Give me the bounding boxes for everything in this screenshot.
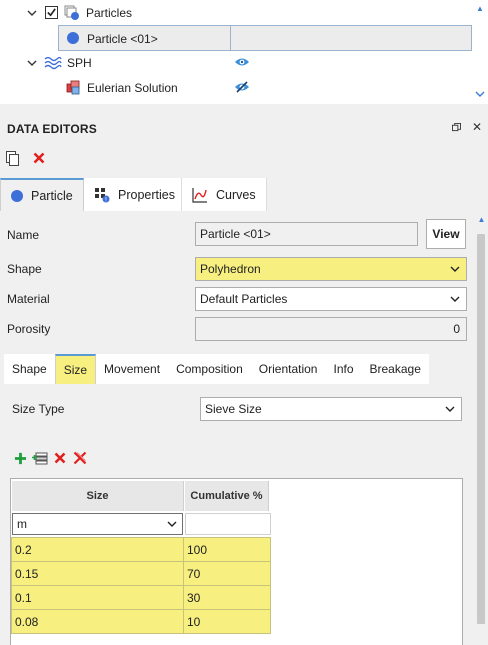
unit-select[interactable]: m (12, 513, 183, 535)
table-cell-size[interactable]: 0.15 (11, 561, 184, 586)
column-divider (230, 26, 231, 50)
size-type-label: Size Type (12, 402, 65, 416)
tab-particle[interactable]: Particle (0, 178, 84, 211)
editor-main-tabs: Particle ! Properties Curves (0, 178, 267, 211)
panel-title: DATA EDITORS (7, 122, 97, 136)
particle-tab-content: Name Particle <01> View Shape Polyhedron… (0, 212, 472, 645)
restore-window-icon[interactable] (449, 120, 463, 134)
material-label: Material (7, 292, 50, 306)
delete-icon[interactable] (33, 152, 45, 164)
subtab-orientation[interactable]: Orientation (250, 354, 326, 384)
size-type-select[interactable]: Sieve Size (200, 397, 462, 421)
table-cell-cumulative[interactable]: 10 (183, 609, 271, 634)
object-tree: Particles Particle <01> SPH Eulerian Sol… (0, 0, 488, 104)
unit-select-value: m (17, 517, 27, 531)
material-select[interactable]: Default Particles (195, 287, 467, 311)
shape-select[interactable]: Polyhedron (195, 257, 467, 281)
particles-checkbox[interactable] (45, 6, 58, 19)
unit-blank-cell (185, 513, 271, 535)
tab-properties[interactable]: ! Properties (84, 178, 182, 211)
name-label: Name (7, 228, 40, 242)
tree-item-sph[interactable]: SPH (67, 56, 92, 70)
scrollbar-thumb[interactable] (477, 234, 485, 624)
table-cell-cumulative[interactable]: 70 (183, 561, 271, 586)
tab-curves-label: Curves (216, 187, 256, 202)
material-select-value: Default Particles (200, 292, 288, 306)
shape-select-value: Polyhedron (200, 262, 261, 276)
chevron-down-icon (449, 263, 461, 275)
tab-curves[interactable]: Curves (182, 178, 267, 211)
curves-chart-icon (192, 187, 208, 203)
table-cell-cumulative[interactable]: 30 (183, 585, 271, 610)
particles-group-icon (64, 5, 80, 21)
shape-label: Shape (7, 262, 42, 276)
scroll-up-arrow-icon[interactable]: ▲ (476, 4, 484, 13)
scroll-down-arrow-icon[interactable] (475, 88, 485, 98)
insert-row-icon[interactable] (32, 450, 48, 466)
properties-grid-icon: ! (94, 187, 110, 203)
delete-all-rows-icon[interactable] (72, 450, 88, 466)
sph-waves-icon (44, 56, 62, 70)
chevron-down-icon (449, 293, 461, 305)
view-button[interactable]: View (426, 219, 466, 249)
panel-separator[interactable] (0, 104, 488, 114)
eye-visible-icon[interactable] (234, 56, 250, 68)
chevron-down-icon (444, 403, 456, 415)
size-type-select-value: Sieve Size (205, 402, 262, 416)
scroll-up-arrow-icon[interactable]: ▲ (477, 215, 486, 224)
table-cell-size[interactable]: 0.2 (11, 537, 184, 562)
subtab-shape[interactable]: Shape (4, 354, 55, 384)
chevron-down-icon[interactable] (27, 8, 37, 18)
name-field[interactable]: Particle <01> (195, 222, 418, 246)
editor-scrollbar[interactable]: ▲ (476, 212, 486, 645)
chevron-down-icon[interactable] (27, 58, 37, 68)
particle-dot-icon (11, 189, 23, 202)
tab-particle-label: Particle (31, 188, 73, 203)
svg-text:!: ! (105, 196, 107, 203)
subtab-breakage[interactable]: Breakage (361, 354, 429, 384)
subtab-info[interactable]: Info (325, 354, 362, 384)
size-distribution-grid: Size Cumulative % m 0.2 100 0.15 70 0.1 … (10, 478, 463, 645)
porosity-field[interactable]: 0 (195, 317, 467, 341)
table-cell-cumulative[interactable]: 100 (183, 537, 271, 562)
chevron-down-icon (166, 518, 178, 530)
porosity-label: Porosity (7, 322, 51, 336)
tab-properties-label: Properties (118, 187, 175, 202)
tree-scrollbar[interactable]: ▲ (472, 0, 488, 104)
column-header-size[interactable]: Size (12, 481, 184, 511)
subtab-movement[interactable]: Movement (96, 354, 169, 384)
subtab-size[interactable]: Size (54, 354, 97, 384)
delete-row-icon[interactable] (52, 450, 68, 466)
copy-icon[interactable] (6, 151, 20, 167)
table-cell-size[interactable]: 0.08 (11, 609, 184, 634)
close-panel-icon[interactable]: ✕ (470, 120, 484, 134)
tree-item-particles[interactable]: Particles (86, 6, 132, 20)
subtab-composition[interactable]: Composition (168, 354, 251, 384)
particle-dot-icon (67, 32, 79, 44)
add-row-icon[interactable] (12, 450, 28, 466)
particle-sub-tabs: Shape Size Movement Composition Orientat… (4, 354, 429, 384)
eulerian-solution-icon (66, 80, 81, 95)
porosity-field-value: 0 (453, 322, 460, 336)
column-header-cumulative[interactable]: Cumulative % (185, 481, 269, 511)
data-editors-panel: DATA EDITORS ✕ Particle ! Properties Cur… (0, 114, 488, 645)
table-cell-size[interactable]: 0.1 (11, 585, 184, 610)
eye-hidden-icon[interactable] (234, 81, 250, 93)
tree-item-eulerian-solution[interactable]: Eulerian Solution (87, 81, 178, 95)
grid-toolbar (12, 450, 88, 466)
tree-item-particle-01[interactable]: Particle <01> (87, 32, 158, 46)
name-field-value: Particle <01> (200, 227, 271, 241)
